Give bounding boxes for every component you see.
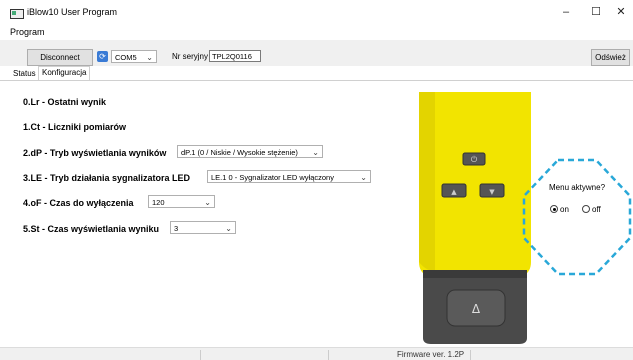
- menu-program[interactable]: Program: [10, 27, 45, 37]
- radio-off[interactable]: [582, 205, 590, 213]
- display-mode-value: dP.1 (0 / Niskie / Wysokie stężenie): [181, 148, 298, 157]
- port-select[interactable]: COM5 ⌄: [111, 50, 157, 63]
- setting-counters: 1.Ct - Liczniki pomiarów: [23, 122, 127, 132]
- close-icon[interactable]: ✕: [611, 5, 631, 19]
- power-off-value: 120: [152, 198, 165, 207]
- status-bar: Firmware ver. 1.2P: [0, 347, 633, 360]
- tab-konfiguracja[interactable]: Konfiguracja: [38, 66, 91, 81]
- firmware-version: Firmware ver. 1.2P: [397, 350, 465, 359]
- power-icon: ⏻: [471, 155, 478, 164]
- setting-last-result: 0.Lr - Ostatni wynik: [23, 97, 107, 107]
- port-select-value: COM5: [115, 53, 137, 62]
- radio-off-label: off: [592, 205, 601, 214]
- serial-number-field[interactable]: TPL2Q0116: [209, 50, 261, 62]
- app-icon: [10, 9, 24, 19]
- power-off-select[interactable]: 120 ⌄: [148, 195, 215, 208]
- grip-band: [423, 270, 527, 278]
- chevron-down-icon: ⌄: [225, 224, 232, 233]
- radio-on-label: on: [560, 205, 569, 214]
- setting-display-mode: 2.dP - Tryb wyświetlania wyników: [23, 148, 167, 158]
- chevron-down-icon: ⌄: [204, 198, 211, 207]
- menu-active-label: Menu aktywne?: [549, 183, 606, 192]
- highlight-outline: [522, 158, 632, 276]
- serial-label: Nr seryjny: [172, 52, 209, 61]
- chevron-down-icon: ⌄: [360, 173, 367, 182]
- window-title: iBlow10 User Program: [27, 7, 118, 17]
- maximize-icon[interactable]: ☐: [586, 5, 606, 19]
- menu-bar: Program: [0, 24, 633, 39]
- refresh-ports-icon[interactable]: ⟳: [97, 51, 108, 62]
- setting-led-mode: 3.LE - Tryb działania sygnalizatora LED: [23, 173, 191, 183]
- tab-strip: Status Konfiguracja: [0, 66, 633, 81]
- chevron-down-icon: ⌄: [312, 148, 319, 157]
- title-bar: iBlow10 User Program – ☐ ✕: [0, 0, 633, 24]
- setting-result-display-time: 5.St - Czas wyświetlania wyniku: [23, 224, 160, 234]
- triangle-up-icon: Δ: [472, 302, 481, 316]
- device-body-shade: [419, 92, 435, 272]
- menu-highlight-octagon: [522, 158, 632, 276]
- triangle-up-small-icon: ▲: [451, 188, 457, 196]
- result-time-select[interactable]: 3 ⌄: [170, 221, 236, 234]
- minimize-icon[interactable]: –: [556, 5, 576, 19]
- led-mode-select[interactable]: LE.1 0 - Sygnalizator LED wyłączony ⌄: [207, 170, 371, 183]
- result-time-value: 3: [174, 224, 179, 233]
- refresh-button[interactable]: Odśwież: [591, 49, 630, 66]
- toolbar: [0, 40, 633, 66]
- setting-power-off-time: 4.oF - Czas do wyłączenia: [23, 198, 134, 208]
- device-body: [419, 92, 531, 276]
- tab-status[interactable]: Status: [10, 68, 39, 80]
- led-mode-value: LE.1 0 - Sygnalizator LED wyłączony: [211, 173, 334, 182]
- radio-on[interactable]: [550, 205, 558, 213]
- chevron-down-icon: ⌄: [146, 53, 153, 62]
- triangle-down-icon: ▼: [489, 188, 495, 196]
- display-mode-select[interactable]: dP.1 (0 / Niskie / Wysokie stężenie) ⌄: [177, 145, 323, 158]
- disconnect-button[interactable]: Disconnect: [27, 49, 93, 66]
